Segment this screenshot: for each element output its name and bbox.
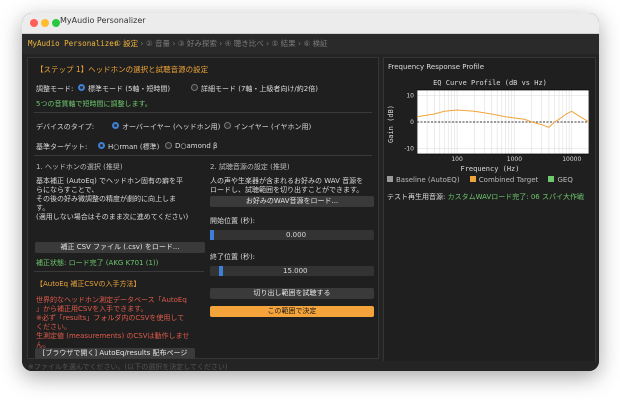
settings-panel: 【ステップ 1】ヘッドホンの選択と試聴音源の設定 調整モード: 標準モード (5…: [27, 57, 379, 359]
device-overear-radio[interactable]: [112, 122, 119, 129]
frequency-panel: Frequency Response Profile EQ Curve Prof…: [383, 57, 596, 365]
device-overear-label[interactable]: オーバーイヤー (ヘッドホン用): [122, 122, 220, 132]
y-tick-label: -10: [404, 146, 414, 153]
divider: [34, 112, 372, 113]
end-value: 15.000: [283, 267, 308, 275]
step-title: 【ステップ 1】ヘッドホンの選択と試聴音源の設定: [36, 65, 209, 74]
chart-legend: Baseline (AutoEQ) Combined Target GEQ: [387, 176, 573, 184]
confirm-range-button[interactable]: この範囲で決定: [210, 306, 374, 317]
titlebar: MyAudio Personalizer: [22, 13, 599, 34]
step-settings[interactable]: ① 設定: [114, 39, 138, 48]
howto-line: 生測定値 (measurements) のCSVは動作しませ: [36, 332, 190, 340]
step-nav: MyAudio Personalizer ① 設定 › ② 音量 › ③ 好み探…: [22, 34, 599, 54]
end-slider-thumb[interactable]: [218, 266, 223, 276]
playback-status: テスト再生用音源: カスタムWAVロード完了: 06 スパイ大作戦: [387, 192, 592, 202]
load-csv-button[interactable]: 補正 CSV ファイル (.csv) をロード...: [35, 242, 205, 253]
eq-chart: EQ Curve Profile (dB vs Hz) Frequency (H…: [387, 76, 592, 173]
legend-baseline: Baseline (AutoEQ): [396, 176, 460, 184]
step-result[interactable]: ⑤ 結果: [272, 39, 296, 48]
chart-grid: [416, 89, 590, 155]
target-diamond-radio[interactable]: [165, 142, 172, 149]
device-inear-radio[interactable]: [224, 122, 231, 129]
app-window: MyAudio Personalizer MyAudio Personalize…: [22, 13, 599, 371]
legend-combined: Combined Target: [478, 176, 539, 184]
end-label: 終了位置 (秒):: [210, 253, 256, 261]
load-wav-button[interactable]: お好みのWAV音源をロード...: [210, 196, 374, 207]
start-label: 開始位置 (秒):: [210, 217, 256, 225]
headphone-desc-line: (適用しない場合はそのまま次に進めてください): [36, 213, 189, 221]
mode-detailed-label[interactable]: 詳細モード (7軸・上級者向け/約2倍): [201, 84, 318, 94]
playback-label: テスト再生用音源:: [387, 193, 446, 201]
preview-range-button[interactable]: 切り出し範囲を試聴する: [210, 288, 374, 299]
csv-status: 補正状態: ロード完了 (AKG K701 (1)): [36, 259, 159, 267]
x-tick-label: 1000: [507, 156, 522, 163]
mode-standard-radio[interactable]: [78, 84, 85, 91]
headphone-desc-line: その後の好み微調整の精度が劇的に向上しま: [36, 195, 176, 203]
close-window-button[interactable]: [30, 19, 38, 27]
chart-title: EQ Curve Profile (dB vs Hz): [433, 79, 547, 87]
target-diamond-label[interactable]: D○amond β: [175, 142, 217, 150]
playback-value: カスタムWAVロード完了: 06 スパイ大作戦: [447, 193, 584, 201]
open-autoeq-button[interactable]: [ブラウザで開く] AutoEq/results 配布ページ: [35, 348, 195, 359]
start-value: 0.000: [286, 231, 307, 239]
frequency-heading: Frequency Response Profile: [388, 63, 484, 71]
status-bar: ※ファイルを選んでください。(以下の選択を決定してください): [22, 361, 599, 371]
step-volume[interactable]: ② 音量: [146, 39, 170, 48]
step-list: ① 設定 › ② 音量 › ③ 好み探索 › ④ 聴き比べ › ⑤ 結果 › ⑥…: [114, 39, 328, 48]
x-tick-label: 100: [451, 156, 463, 163]
x-tick-label: 10000: [562, 156, 581, 163]
chart-xlabel: Frequency (Hz): [460, 165, 519, 173]
brand-label: MyAudio Personalizer: [28, 39, 119, 48]
y-tick-label: 10: [406, 92, 414, 99]
window-title: MyAudio Personalizer: [60, 16, 146, 25]
target-harman-label[interactable]: H○rman (標準): [108, 142, 159, 152]
minimize-window-button[interactable]: [41, 19, 49, 27]
mode-detailed-radio[interactable]: [191, 84, 198, 91]
mode-note: 5つの音質軸で短時間に調整します。: [36, 100, 152, 108]
source-heading: 2. 試聴音源の設定 (推奨): [210, 163, 290, 171]
step-compare[interactable]: ④ 聴き比べ: [225, 39, 264, 48]
divider: [34, 271, 204, 272]
legend-swatch: [548, 176, 555, 182]
source-desc-line: ロードし、試聴範囲を切り出すことができます。: [210, 186, 364, 194]
device-inear-label[interactable]: インイヤー (イヤホン用): [234, 122, 311, 132]
start-slider-thumb[interactable]: [210, 230, 214, 240]
legend-geq: GEQ: [557, 176, 573, 184]
target-harman-radio[interactable]: [98, 142, 105, 149]
step-explore[interactable]: ③ 好み探索: [178, 39, 217, 48]
headphone-heading: 1. ヘッドホンの選択 (推奨): [36, 163, 123, 171]
mode-label: 調整モード:: [36, 85, 74, 93]
howto-title: 【AutoEq 補正CSVの入手方法】: [36, 280, 141, 288]
mode-standard-label[interactable]: 標準モード (5軸・短時間): [88, 84, 170, 94]
legend-swatch: [387, 176, 393, 182]
zoom-window-button[interactable]: [52, 19, 60, 27]
target-label: 基準ターゲット:: [36, 143, 88, 151]
divider: [34, 155, 372, 156]
legend-swatch: [469, 176, 476, 182]
step-verify[interactable]: ⑥ 検証: [303, 39, 327, 48]
y-tick-label: 0: [410, 119, 414, 126]
status-bar-text: ※ファイルを選んでください。(以下の選択を決定してください): [28, 363, 228, 371]
chart-ylabel: Gain (dB): [387, 105, 395, 143]
device-label: デバイスのタイプ:: [36, 123, 95, 131]
